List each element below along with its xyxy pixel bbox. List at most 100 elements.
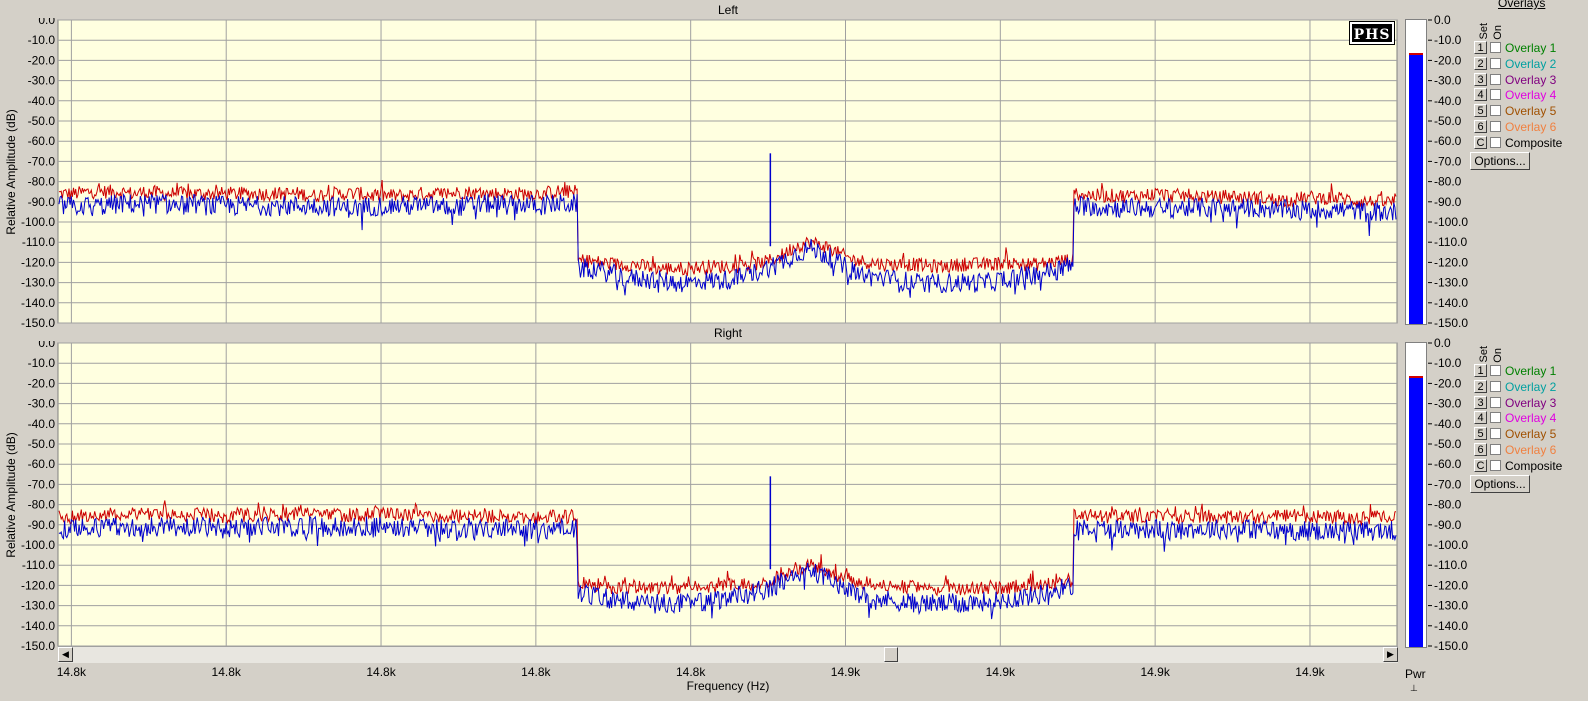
meter-tick-label: -150.0 [1434, 639, 1468, 653]
overlay-set-button[interactable]: 6 [1474, 443, 1487, 456]
overlay-set-button[interactable]: 2 [1474, 379, 1487, 393]
overlay-label: Overlay 2 [1505, 56, 1557, 71]
left-spectrum-plot[interactable]: 0.0 -10.0 -20.0 -30.0 -40.0 -50.0 -60.0 -70.0 -8… [0, 18, 1400, 328]
meter-tick-label: -80.0 [1434, 175, 1462, 189]
set-on-header: Set On [1478, 346, 1504, 363]
overlay-on-checkbox[interactable] [1490, 73, 1501, 85]
meter-tick-label: -100.0 [1434, 538, 1468, 552]
y-tick-label: -10.0 [28, 356, 56, 370]
overlay-set-button[interactable]: 3 [1474, 395, 1487, 409]
options-button[interactable]: Options... [1470, 475, 1530, 493]
left-plot-title: Left [717, 3, 738, 17]
overlay-row: 6 Overlay 6 [1474, 120, 1588, 135]
y-tick-label: -20.0 [28, 376, 56, 390]
meter-tick-label: -20.0 [1434, 53, 1462, 67]
overlay-set-button[interactable]: 4 [1474, 88, 1487, 102]
meter-tick-label: -120.0 [1434, 578, 1468, 592]
meter-tick-label: -20.0 [1434, 376, 1462, 390]
y-tick-label: -150.0 [21, 316, 55, 328]
meter-tick-label: -110.0 [1434, 558, 1467, 572]
overlay-on-checkbox[interactable] [1490, 121, 1501, 132]
y-tick-label: -30.0 [28, 74, 56, 88]
right-power-meter [1405, 342, 1427, 648]
overlay-set-button[interactable]: 6 [1474, 120, 1487, 133]
overlay-on-checkbox[interactable] [1490, 459, 1501, 471]
overlay-label: Overlay 5 [1505, 104, 1557, 119]
meter-tick-label: -30.0 [1434, 74, 1462, 88]
y-tick-label: -30.0 [28, 397, 56, 411]
scroll-thumb[interactable] [884, 647, 898, 662]
y-tick-label: -50.0 [28, 437, 56, 451]
overlay-on-checkbox[interactable] [1490, 444, 1501, 455]
meter-tick-label: -70.0 [1434, 477, 1462, 491]
meter-tick-label: -10.0 [1434, 33, 1462, 47]
plot-area [57, 19, 1398, 324]
y-tick-label: -70.0 [28, 477, 56, 491]
y-tick-label: -10.0 [28, 33, 56, 47]
right-plot-title: Right [713, 326, 742, 340]
meter-tick-label: -90.0 [1434, 195, 1462, 209]
overlay-on-checkbox[interactable] [1490, 136, 1501, 148]
overlay-on-checkbox[interactable] [1490, 380, 1501, 392]
overlay-set-button[interactable]: 1 [1474, 41, 1487, 54]
overlay-set-button[interactable]: C [1474, 135, 1487, 149]
overlay-row: 2 Overlay 2 [1474, 379, 1588, 395]
overlay-row: 3 Overlay 3 [1474, 395, 1588, 411]
x-tick-label: 14.8k [675, 665, 706, 679]
y-tick-label: -150.0 [21, 639, 55, 651]
overlay-set-button[interactable]: 4 [1474, 411, 1487, 425]
overlay-on-checkbox[interactable] [1490, 42, 1501, 53]
y-tick-label: 0.0 [38, 18, 55, 27]
scroll-left-button[interactable]: ◀ [58, 647, 73, 662]
overlay-on-checkbox[interactable] [1490, 365, 1501, 376]
overlay-label: Overlay 3 [1505, 72, 1557, 87]
set-on-header: Set On [1478, 23, 1504, 40]
x-tick-label: 14.8k [521, 665, 551, 679]
resize-grip-icon[interactable]: ⊥ [1410, 683, 1418, 694]
options-button[interactable]: Options... [1470, 152, 1530, 170]
y-tick-label: -60.0 [28, 457, 56, 471]
meter-tick-label: -100.0 [1434, 215, 1468, 229]
left-meter-scale: 0.0 -10.0 -20.0 -30.0 -40.0 -50.0 -60.0 -70.0 -8… [1428, 14, 1468, 330]
overlay-row: C Composite [1474, 458, 1588, 474]
x-tick-label: 14.9k [1140, 665, 1170, 679]
right-spectrum-plot[interactable]: 0.0 -10.0 -20.0 -30.0 -40.0 -50.0 -60.0 -70.0 -8… [0, 341, 1400, 651]
overlay-on-checkbox[interactable] [1490, 89, 1501, 101]
overlay-on-checkbox[interactable] [1490, 57, 1501, 69]
y-tick-label: -20.0 [28, 53, 56, 67]
overlay-label: Composite [1505, 458, 1563, 473]
overlay-on-checkbox[interactable] [1490, 428, 1501, 440]
meter-tick-label: -150.0 [1434, 316, 1468, 330]
meter-tick-label: 0.0 [1434, 14, 1451, 27]
meter-tick-label: -140.0 [1434, 619, 1468, 633]
overlay-set-button[interactable]: 2 [1474, 56, 1487, 70]
y-tick-label: -100.0 [21, 215, 55, 229]
overlay-on-checkbox[interactable] [1490, 412, 1501, 424]
meter-tick-label: -60.0 [1434, 457, 1462, 471]
overlay-set-button[interactable]: 1 [1474, 364, 1487, 377]
overlay-label: Overlay 4 [1505, 88, 1557, 103]
overlay-label: Overlay 1 [1505, 364, 1557, 378]
x-axis-label: Frequency (Hz) [686, 679, 770, 693]
right-meter-scale: 0.0 -10.0 -20.0 -30.0 -40.0 -50.0 -60.0 -70.0 -8… [1428, 337, 1468, 653]
meter-tick-label: 0.0 [1434, 337, 1451, 350]
overlay-on-checkbox[interactable] [1490, 396, 1501, 408]
y-tick-label: -130.0 [21, 276, 55, 290]
left-meter-fill [1409, 53, 1423, 324]
meter-tick-label: -110.0 [1434, 235, 1467, 249]
overlay-label: Overlay 4 [1505, 411, 1557, 426]
overlay-set-button[interactable]: 5 [1474, 427, 1487, 441]
overlay-set-button[interactable]: 3 [1474, 72, 1487, 86]
meter-tick-label: -120.0 [1434, 255, 1468, 269]
meter-tick-label: -10.0 [1434, 356, 1462, 370]
meter-tick-label: -70.0 [1434, 154, 1462, 168]
overlay-on-checkbox[interactable] [1490, 105, 1501, 117]
y-tick-label: -120.0 [21, 578, 55, 592]
overlay-set-button[interactable]: C [1474, 458, 1487, 472]
frequency-scrollbar[interactable]: ◀ ▶ [58, 646, 1398, 663]
meter-tick-label: -50.0 [1434, 437, 1462, 451]
overlay-set-button[interactable]: 5 [1474, 104, 1487, 118]
meter-tick-label: -80.0 [1434, 498, 1462, 512]
x-tick-label: 14.8k [56, 665, 87, 679]
scroll-right-button[interactable]: ▶ [1383, 647, 1398, 662]
